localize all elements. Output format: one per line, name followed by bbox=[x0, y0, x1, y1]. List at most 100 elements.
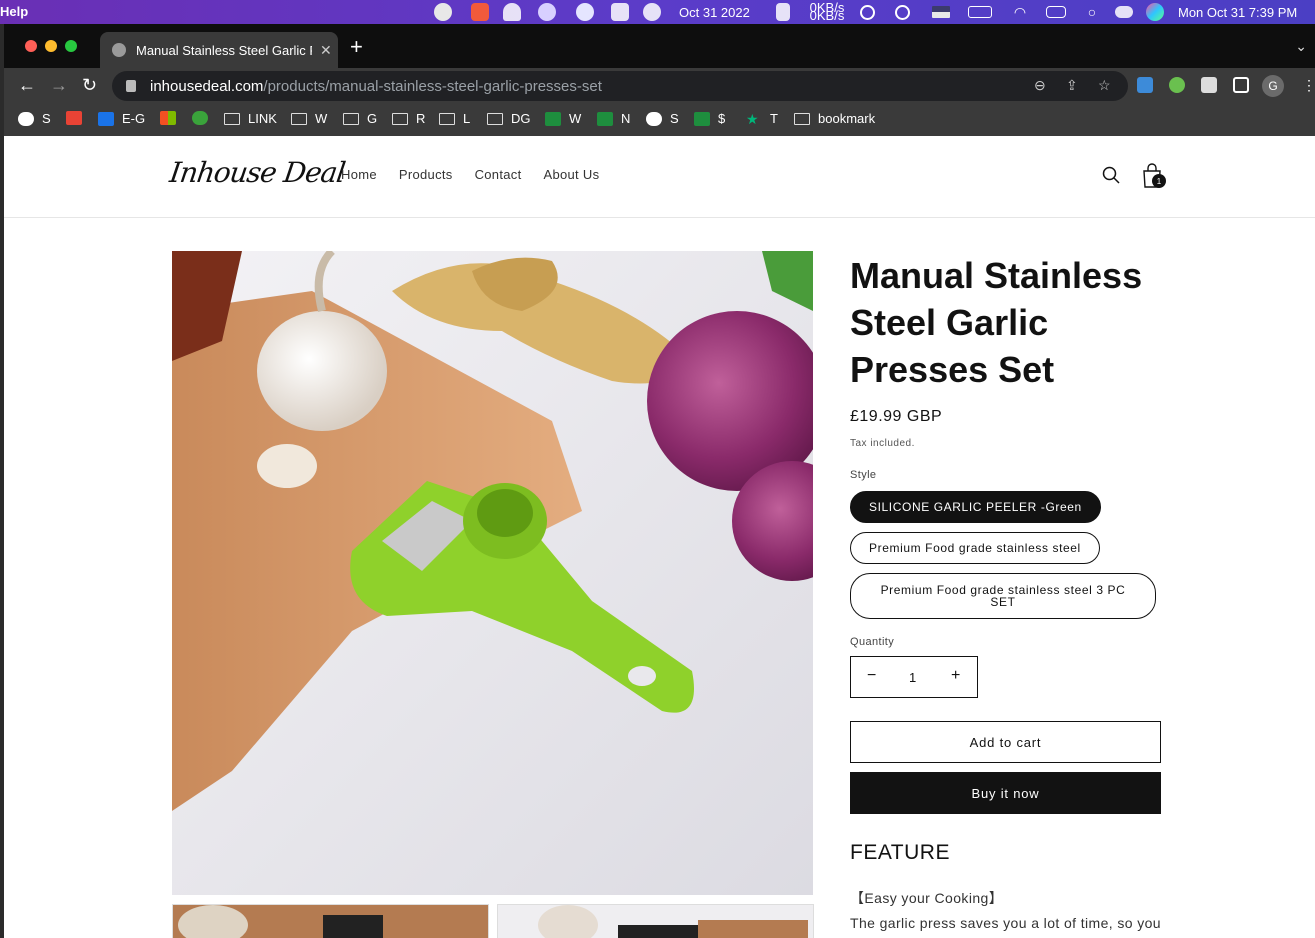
bookmark-star-icon[interactable]: ☆ bbox=[1098, 77, 1111, 94]
app-red-icon[interactable] bbox=[470, 3, 490, 21]
wechat-icon[interactable] bbox=[432, 3, 454, 21]
quantity-decrease-button[interactable]: − bbox=[867, 667, 876, 685]
bookmark-folder[interactable]: G bbox=[343, 111, 377, 126]
bookmark-item[interactable]: W bbox=[545, 111, 581, 126]
bookmark-folder[interactable]: bookmark bbox=[794, 111, 875, 126]
feature-subheading: 【Easy your Cooking】 bbox=[850, 890, 1004, 906]
zoom-window-button[interactable] bbox=[65, 40, 77, 52]
bookmark-folder[interactable]: DG bbox=[487, 111, 531, 126]
help-menu[interactable]: Help bbox=[0, 4, 28, 19]
folder-icon bbox=[439, 112, 455, 125]
side-panel-icon[interactable] bbox=[1233, 77, 1249, 93]
green-extension-icon[interactable] bbox=[1169, 77, 1185, 93]
bookmark-folder[interactable]: LINK bbox=[224, 111, 277, 126]
style-option-stainless[interactable]: Premium Food grade stainless steel bbox=[850, 532, 1100, 564]
add-to-cart-button[interactable]: Add to cart bbox=[850, 721, 1161, 763]
buy-now-button[interactable]: Buy it now bbox=[850, 772, 1161, 814]
thumbnail-photo bbox=[173, 905, 488, 938]
product-thumbnail[interactable] bbox=[172, 904, 489, 938]
new-tab-button[interactable]: + bbox=[350, 36, 363, 58]
menubar-clock[interactable]: Mon Oct 31 7:39 PM bbox=[1178, 3, 1297, 21]
minimize-window-button[interactable] bbox=[45, 40, 57, 52]
browser-tab-bar: Manual Stainless Steel Garlic P ✕ + ⌄ bbox=[4, 24, 1315, 68]
share-icon[interactable]: ⇪ bbox=[1066, 77, 1078, 94]
feature-heading: FEATURE bbox=[850, 841, 950, 864]
reload-icon[interactable]: ↻ bbox=[82, 75, 97, 95]
main-nav: Home Products Contact About Us bbox=[341, 167, 599, 182]
cart-count-badge: 1 bbox=[1152, 174, 1166, 188]
us-flag-icon[interactable] bbox=[931, 3, 951, 21]
bookmark-item[interactable]: S bbox=[646, 111, 679, 126]
product-main-image[interactable] bbox=[172, 251, 813, 895]
puzzle-extensions-icon[interactable] bbox=[1201, 77, 1217, 93]
bookmark-folder[interactable]: R bbox=[392, 111, 425, 126]
folder-icon bbox=[487, 112, 503, 125]
url-host: inhousedeal.com bbox=[150, 77, 264, 95]
globe-icon bbox=[18, 111, 34, 126]
feature-description: The garlic press saves you a lot of time… bbox=[850, 915, 1161, 931]
back-arrow-icon[interactable]: ← bbox=[18, 75, 36, 95]
checkbox-icon[interactable] bbox=[611, 3, 629, 21]
wifi-icon[interactable]: ◠ bbox=[1010, 3, 1030, 21]
forward-arrow-icon[interactable]: → bbox=[50, 75, 68, 95]
product-thumbnail[interactable] bbox=[497, 904, 814, 938]
script-icon[interactable] bbox=[537, 3, 557, 21]
close-window-button[interactable] bbox=[25, 40, 37, 52]
bookmark-item[interactable]: E-G bbox=[98, 111, 145, 126]
bookmark-item[interactable]: N bbox=[597, 111, 630, 126]
zoom-icon[interactable]: ⊖ bbox=[1034, 77, 1046, 94]
keyboard-icon[interactable] bbox=[1045, 3, 1067, 21]
style-option-stainless-3pc[interactable]: Premium Food grade stainless steel 3 PC … bbox=[850, 573, 1156, 619]
bookmark-gmail[interactable] bbox=[66, 111, 90, 125]
macos-menu-bar: Help Oct 31 2022 0KB/s 0KB/s ◠ ○ Mon Oct… bbox=[0, 0, 1315, 24]
lock-icon[interactable] bbox=[126, 80, 136, 92]
outlook-icon bbox=[98, 111, 114, 126]
messenger-icon[interactable] bbox=[575, 3, 595, 21]
tab-search-chevron-icon[interactable]: ⌄ bbox=[1295, 38, 1307, 55]
folder-icon bbox=[224, 112, 240, 125]
style-option-silicone-green[interactable]: SILICONE GARLIC PEELER -Green bbox=[850, 491, 1101, 523]
more-menu-icon[interactable]: ⋮ bbox=[1302, 77, 1315, 94]
bookmark-item[interactable]: S bbox=[18, 111, 51, 126]
quantity-increase-button[interactable]: + bbox=[951, 667, 960, 685]
sheets-icon bbox=[694, 111, 710, 126]
site-logo[interactable]: Inhouse Deal bbox=[168, 156, 347, 189]
active-tab[interactable]: Manual Stainless Steel Garlic P ✕ bbox=[100, 32, 338, 68]
style-label: Style bbox=[850, 469, 877, 481]
folder-icon bbox=[343, 112, 359, 125]
menubar-date: Oct 31 2022 bbox=[679, 4, 750, 20]
bookmark-folder[interactable]: L bbox=[439, 111, 470, 126]
bookmark-microsoft[interactable] bbox=[160, 111, 184, 125]
address-bar[interactable]: inhousedeal.com/products/manual-stainles… bbox=[112, 71, 1128, 101]
bookmark-folder[interactable]: W bbox=[291, 111, 327, 126]
folder-icon bbox=[392, 112, 408, 125]
play-icon[interactable] bbox=[858, 3, 876, 21]
bookmark-item[interactable]: ★ T bbox=[746, 111, 778, 126]
tax-note: Tax included. bbox=[850, 438, 915, 449]
battery-icon[interactable] bbox=[967, 3, 993, 21]
folder-icon bbox=[794, 112, 810, 125]
nav-home[interactable]: Home bbox=[341, 167, 377, 182]
download-extension-icon[interactable] bbox=[1137, 77, 1153, 93]
product-title: Manual Stainless Steel Garlic Presses Se… bbox=[850, 255, 1143, 390]
history-icon[interactable] bbox=[893, 3, 911, 21]
control-center-icon[interactable] bbox=[1114, 3, 1134, 21]
cat-icon[interactable] bbox=[775, 3, 791, 21]
spotlight-search-icon[interactable]: ○ bbox=[1083, 3, 1101, 21]
bell-icon[interactable] bbox=[503, 3, 521, 21]
quantity-input[interactable]: 1 bbox=[909, 670, 916, 685]
search-icon[interactable] bbox=[1102, 166, 1120, 184]
tab-close-icon[interactable]: ✕ bbox=[320, 42, 332, 59]
browser-toolbar: ← → ↻ inhousedeal.com/products/manual-st… bbox=[4, 68, 1315, 104]
quantity-label: Quantity bbox=[850, 636, 895, 648]
star-icon: ★ bbox=[746, 110, 759, 127]
bookmark-grammarly[interactable] bbox=[192, 111, 216, 125]
nav-products[interactable]: Products bbox=[399, 167, 453, 182]
arrow-circle-icon[interactable] bbox=[643, 3, 661, 21]
nav-about-us[interactable]: About Us bbox=[544, 167, 600, 182]
product-price: £19.99 GBP bbox=[850, 408, 943, 425]
bookmark-item[interactable]: $ bbox=[694, 111, 725, 126]
nav-contact[interactable]: Contact bbox=[475, 167, 522, 182]
siri-icon[interactable] bbox=[1146, 3, 1164, 21]
profile-avatar[interactable]: G bbox=[1262, 75, 1284, 97]
